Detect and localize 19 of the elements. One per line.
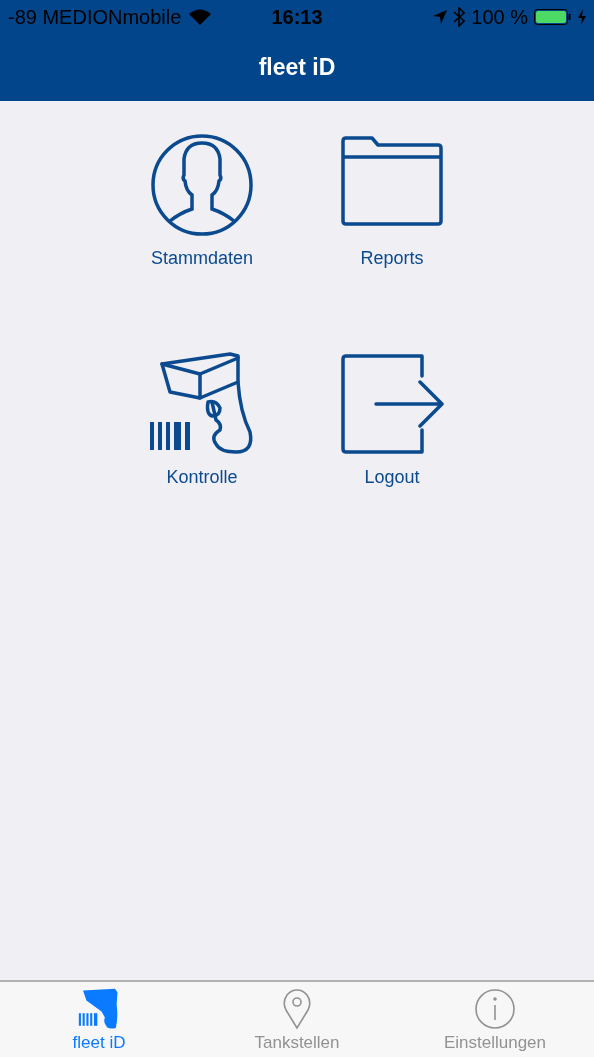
person-icon [150, 133, 254, 237]
nav-title: fleet iD [258, 52, 336, 82]
menu-tile[interactable]: Logout [297, 352, 487, 491]
tab-item[interactable]: fleet iD [0, 982, 198, 1057]
battery-icon [534, 7, 572, 26]
carrier-text: -89 MEDIONmobile [8, 4, 182, 30]
wifi-icon [189, 8, 212, 25]
info-icon [474, 987, 516, 1030]
menu-tile[interactable]: Kontrolle [107, 352, 297, 491]
charging-bolt-icon [578, 8, 586, 25]
barcode-scanner-icon [150, 352, 254, 456]
battery-percent-text: 100 % [471, 4, 528, 30]
menu-tile[interactable]: Stammdaten [107, 133, 297, 272]
logout-icon [340, 352, 444, 456]
barcode-scanner-icon [78, 987, 120, 1030]
clock-text: 16:13 [271, 4, 323, 30]
bluetooth-icon [453, 6, 466, 27]
menu-tile[interactable]: Reports [297, 133, 487, 272]
location-arrow-icon [433, 9, 448, 24]
